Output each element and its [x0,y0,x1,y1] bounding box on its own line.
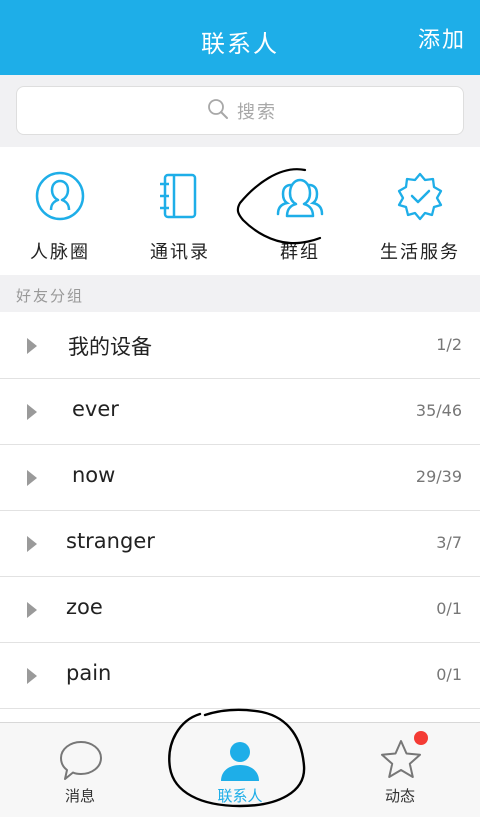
expand-arrow-icon [27,404,37,420]
expand-arrow-icon [27,668,37,684]
expand-arrow-icon [27,602,37,618]
group-name: pain [66,661,112,685]
quick-entry-label: 人脉圈 [30,242,90,263]
group-row[interactable]: 我的设备 1/2 [0,313,480,379]
quick-entry-network[interactable]: 人脉圈 [0,147,120,275]
quick-entry-life-services[interactable]: 生活服务 [360,147,480,275]
search-placeholder: 搜索 [237,102,277,123]
person-circle-icon [35,171,85,221]
notification-badge [414,731,428,745]
badge-check-icon [397,172,443,221]
address-book-icon [160,173,197,219]
bottom-tab-bar: 消息 联系人 动态 [0,722,480,817]
group-row[interactable]: stranger 3/7 [0,511,480,577]
group-count: 1/2 [436,335,462,354]
tab-messages[interactable]: 消息 [0,723,160,817]
contacts-person-icon [221,742,259,781]
chat-bubble-icon [60,741,102,780]
group-row[interactable]: ever 35/46 [0,379,480,445]
friend-groups-header: 好友分组 [0,275,480,312]
group-row[interactable]: pain 0/1 [0,643,480,709]
group-count: 0/1 [436,599,462,618]
group-count: 35/46 [415,401,462,420]
quick-entry-groups[interactable]: 群组 [240,147,360,275]
group-icon [276,178,324,218]
page-title: 联系人 [201,30,279,58]
group-count: 3/7 [436,533,462,552]
expand-arrow-icon [27,338,37,354]
group-name: ever [72,397,119,421]
search-icon [207,98,229,124]
quick-entry-address-book[interactable]: 通讯录 [120,147,240,275]
group-name: stranger [66,529,155,553]
search-input[interactable]: 搜索 [16,86,464,135]
quick-entry-label: 通讯录 [150,242,210,263]
group-row[interactable]: zoe 0/1 [0,577,480,643]
quick-entry-label: 生活服务 [380,242,460,263]
add-button[interactable]: 添加 [418,22,466,54]
expand-arrow-icon [27,536,37,552]
group-count: 0/1 [436,665,462,684]
group-row[interactable]: now 29/39 [0,445,480,511]
quick-entries: 人脉圈 通讯录 群组 生活服务 [0,147,480,275]
group-name: now [72,463,116,487]
group-count: 29/39 [415,467,462,486]
group-name: zoe [66,595,103,619]
tab-contacts[interactable]: 联系人 [160,723,320,817]
tab-label: 联系人 [217,787,263,805]
search-area: 搜索 [0,75,480,147]
quick-entry-label: 群组 [280,242,320,263]
tab-label: 动态 [384,787,415,805]
top-bar: 联系人 添加 [0,0,480,75]
tab-label: 消息 [64,787,95,805]
group-name: 我的设备 [68,335,152,359]
expand-arrow-icon [27,470,37,486]
tab-moments[interactable]: 动态 [320,723,480,817]
section-title: 好友分组 [16,287,85,305]
